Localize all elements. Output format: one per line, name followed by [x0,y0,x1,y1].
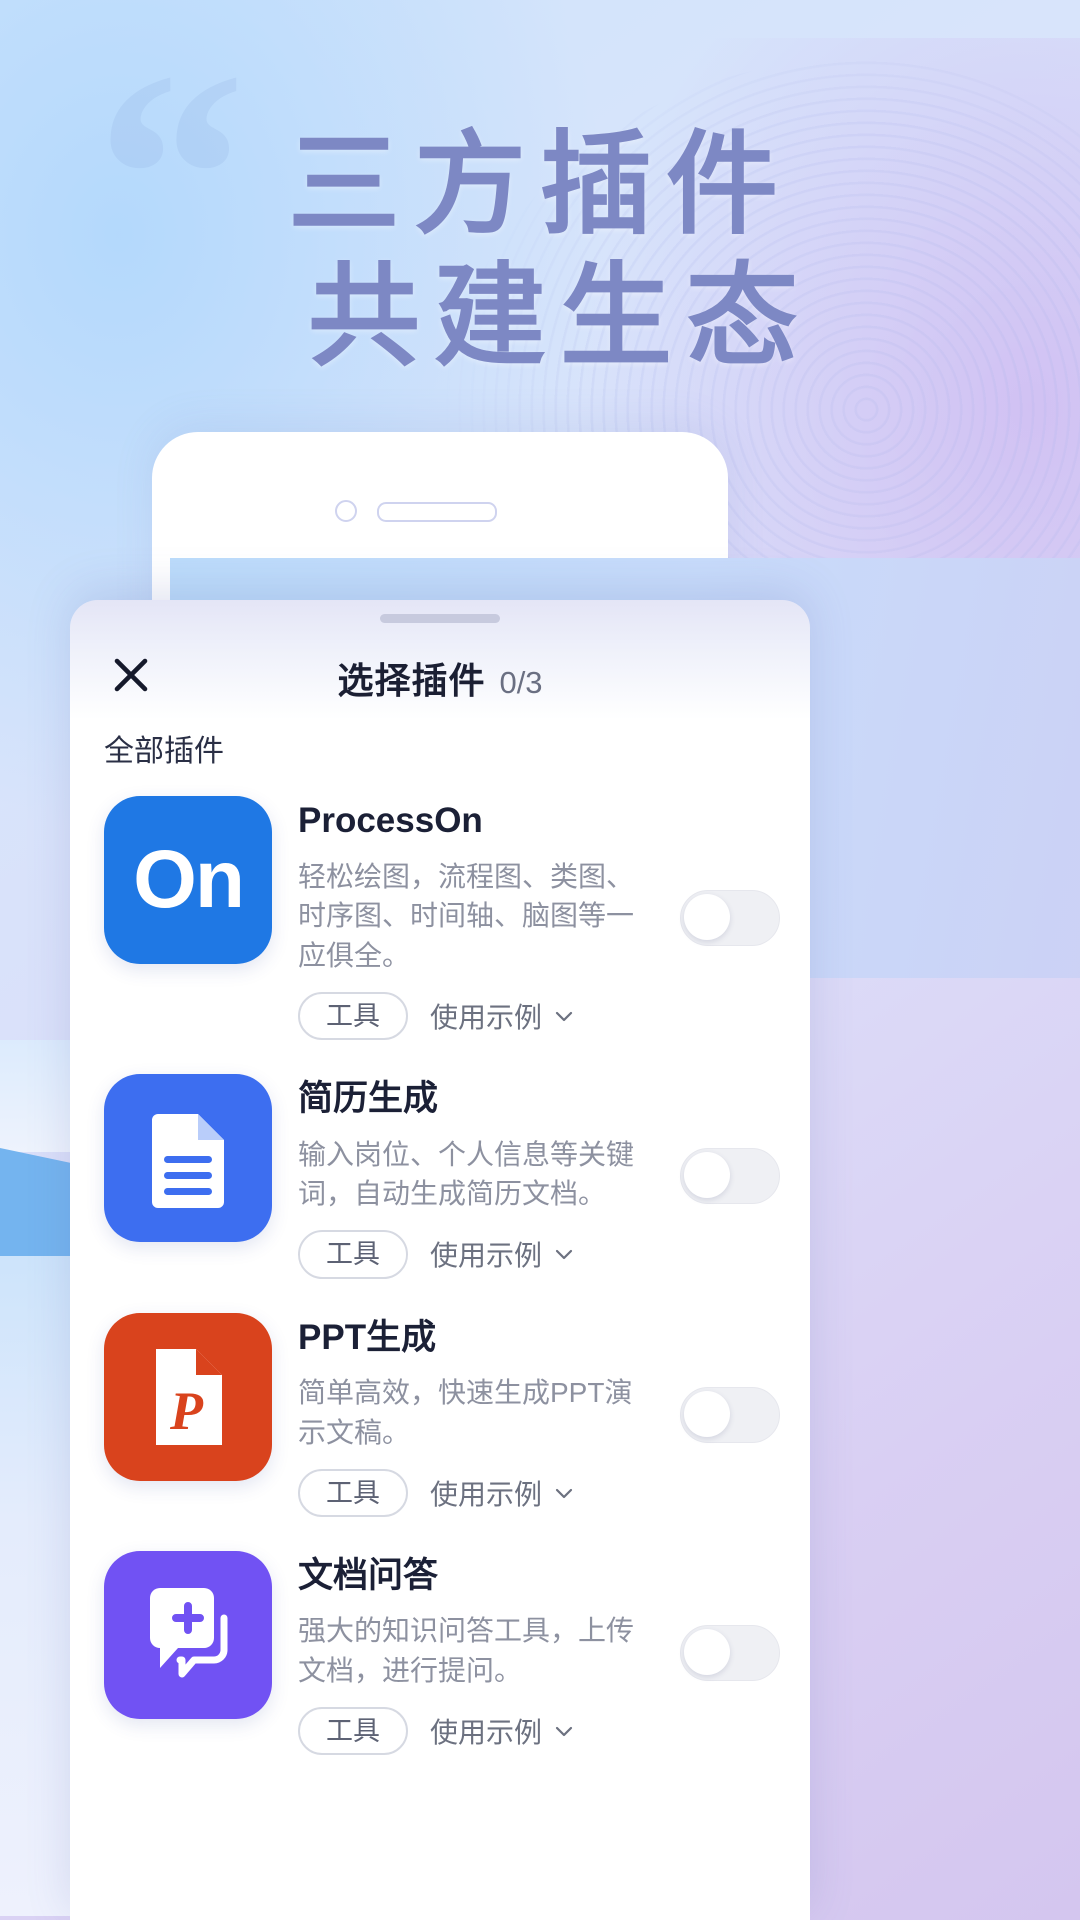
toggle-knob [684,894,730,941]
usage-example-label: 使用示例 [430,1001,543,1033]
plugin-name: 简历生成 [298,1079,439,1119]
plugin-category-tag: 工具 [298,991,408,1041]
plugin-switch-wrap [680,1148,780,1205]
plugin-category-tag: 工具 [298,1706,408,1756]
document-lines-glyph [152,1114,224,1209]
usage-example-toggle[interactable]: 使用示例 [430,1711,576,1751]
plugin-body: ProcessOn 轻松绘图，流程图、类图、时序图、时间轴、脑图等一应俱全。 工… [298,796,654,1041]
plugin-list-item[interactable]: On ProcessOn 轻松绘图，流程图、类图、时序图、时间轴、脑图等一应俱全… [70,796,810,1041]
usage-example-toggle[interactable]: 使用示例 [430,1473,576,1513]
processon-icon-label: On [133,834,245,925]
toggle-knob [684,1629,730,1676]
page-title: 选择插件 [337,660,486,701]
plugin-switch-wrap [680,890,780,947]
plugin-enable-toggle[interactable] [680,1148,780,1205]
chevron-down-icon [555,1727,573,1737]
plugin-list-item[interactable]: P PPT生成 简单高效，快速生成PPT演示文稿。 工具 使用示例 [70,1312,810,1517]
plugin-list-item[interactable]: 文档问答 强大的知识问答工具，上传文档，进行提问。 工具 使用示例 [70,1550,810,1756]
plugin-name: ProcessOn [298,801,483,840]
processon-on-icon: On [104,796,272,964]
sheet-title-group: 选择插件 0/3 [70,652,810,704]
plugin-enable-toggle[interactable] [680,1625,780,1682]
plugin-selection-sheet: 选择插件 0/3 全部插件 On ProcessOn 轻松绘图，流程图、类图、时… [70,600,810,1920]
chevron-down-icon [555,1011,573,1022]
plugin-switch-wrap [680,1625,780,1682]
plugin-enable-toggle[interactable] [680,890,780,947]
plugin-category-tag: 工具 [298,1468,408,1517]
powerpoint-file-icon: P [104,1312,272,1481]
usage-example-label: 使用示例 [430,1717,543,1749]
plugin-category-tag: 工具 [298,1230,408,1279]
plugin-description: 轻松绘图，流程图、类图、时序图、时间轴、脑图等一应俱全。 [298,860,635,972]
poster-title: 三方插件 共建生态 [0,120,1080,384]
plugin-list-item[interactable]: 简历生成 输入岗位、个人信息等关键词，自动生成简历文档。 工具 使用示例 [70,1074,810,1279]
chat-plus-glyph [150,1587,228,1678]
usage-example-label: 使用示例 [430,1240,543,1272]
plugin-meta-row: 工具 使用示例 [298,1230,654,1279]
poster-title-line-2: 共建生态 [308,256,812,381]
svg-text:P: P [169,1381,204,1441]
plugin-meta-row: 工具 使用示例 [298,1468,654,1517]
toggle-knob [684,1152,730,1199]
plugin-meta-row: 工具 使用示例 [298,1706,654,1756]
plugin-name: 文档问答 [298,1555,439,1595]
section-label-all-plugins: 全部插件 [104,735,224,768]
plugin-name: PPT生成 [298,1317,437,1357]
plugin-body: 文档问答 强大的知识问答工具，上传文档，进行提问。 工具 使用示例 [298,1551,654,1756]
plugin-description: 简单高效，快速生成PPT演示文稿。 [298,1377,633,1448]
plugin-enable-toggle[interactable] [680,1386,780,1443]
plugin-body: 简历生成 输入岗位、个人信息等关键词，自动生成简历文档。 工具 使用示例 [298,1074,654,1279]
selection-count: 0/3 [499,665,543,700]
plugin-body: PPT生成 简单高效，快速生成PPT演示文稿。 工具 使用示例 [298,1313,654,1517]
chevron-down-icon [555,1488,573,1498]
plugin-description: 强大的知识问答工具，上传文档，进行提问。 [298,1615,635,1687]
sheet-drag-handle[interactable] [380,614,500,623]
plugin-switch-wrap [680,1386,780,1443]
plugin-list: On ProcessOn 轻松绘图，流程图、类图、时序图、时间轴、脑图等一应俱全… [70,796,810,1756]
device-speaker-icon [377,502,497,522]
powerpoint-file-glyph: P [156,1348,222,1445]
poster-title-line-1: 三方插件 [288,124,792,248]
chevron-down-icon [555,1250,573,1260]
toggle-knob [684,1390,730,1437]
plugin-meta-row: 工具 使用示例 [298,991,654,1041]
usage-example-label: 使用示例 [430,1478,543,1510]
usage-example-toggle[interactable]: 使用示例 [430,1234,576,1274]
document-lines-icon [104,1074,272,1243]
chat-plus-icon [104,1550,272,1719]
sheet-header: 选择插件 0/3 [70,624,810,720]
device-camera-icon [335,500,357,522]
usage-example-toggle[interactable]: 使用示例 [430,996,576,1036]
plugin-description: 输入岗位、个人信息等关键词，自动生成简历文档。 [298,1138,635,1210]
